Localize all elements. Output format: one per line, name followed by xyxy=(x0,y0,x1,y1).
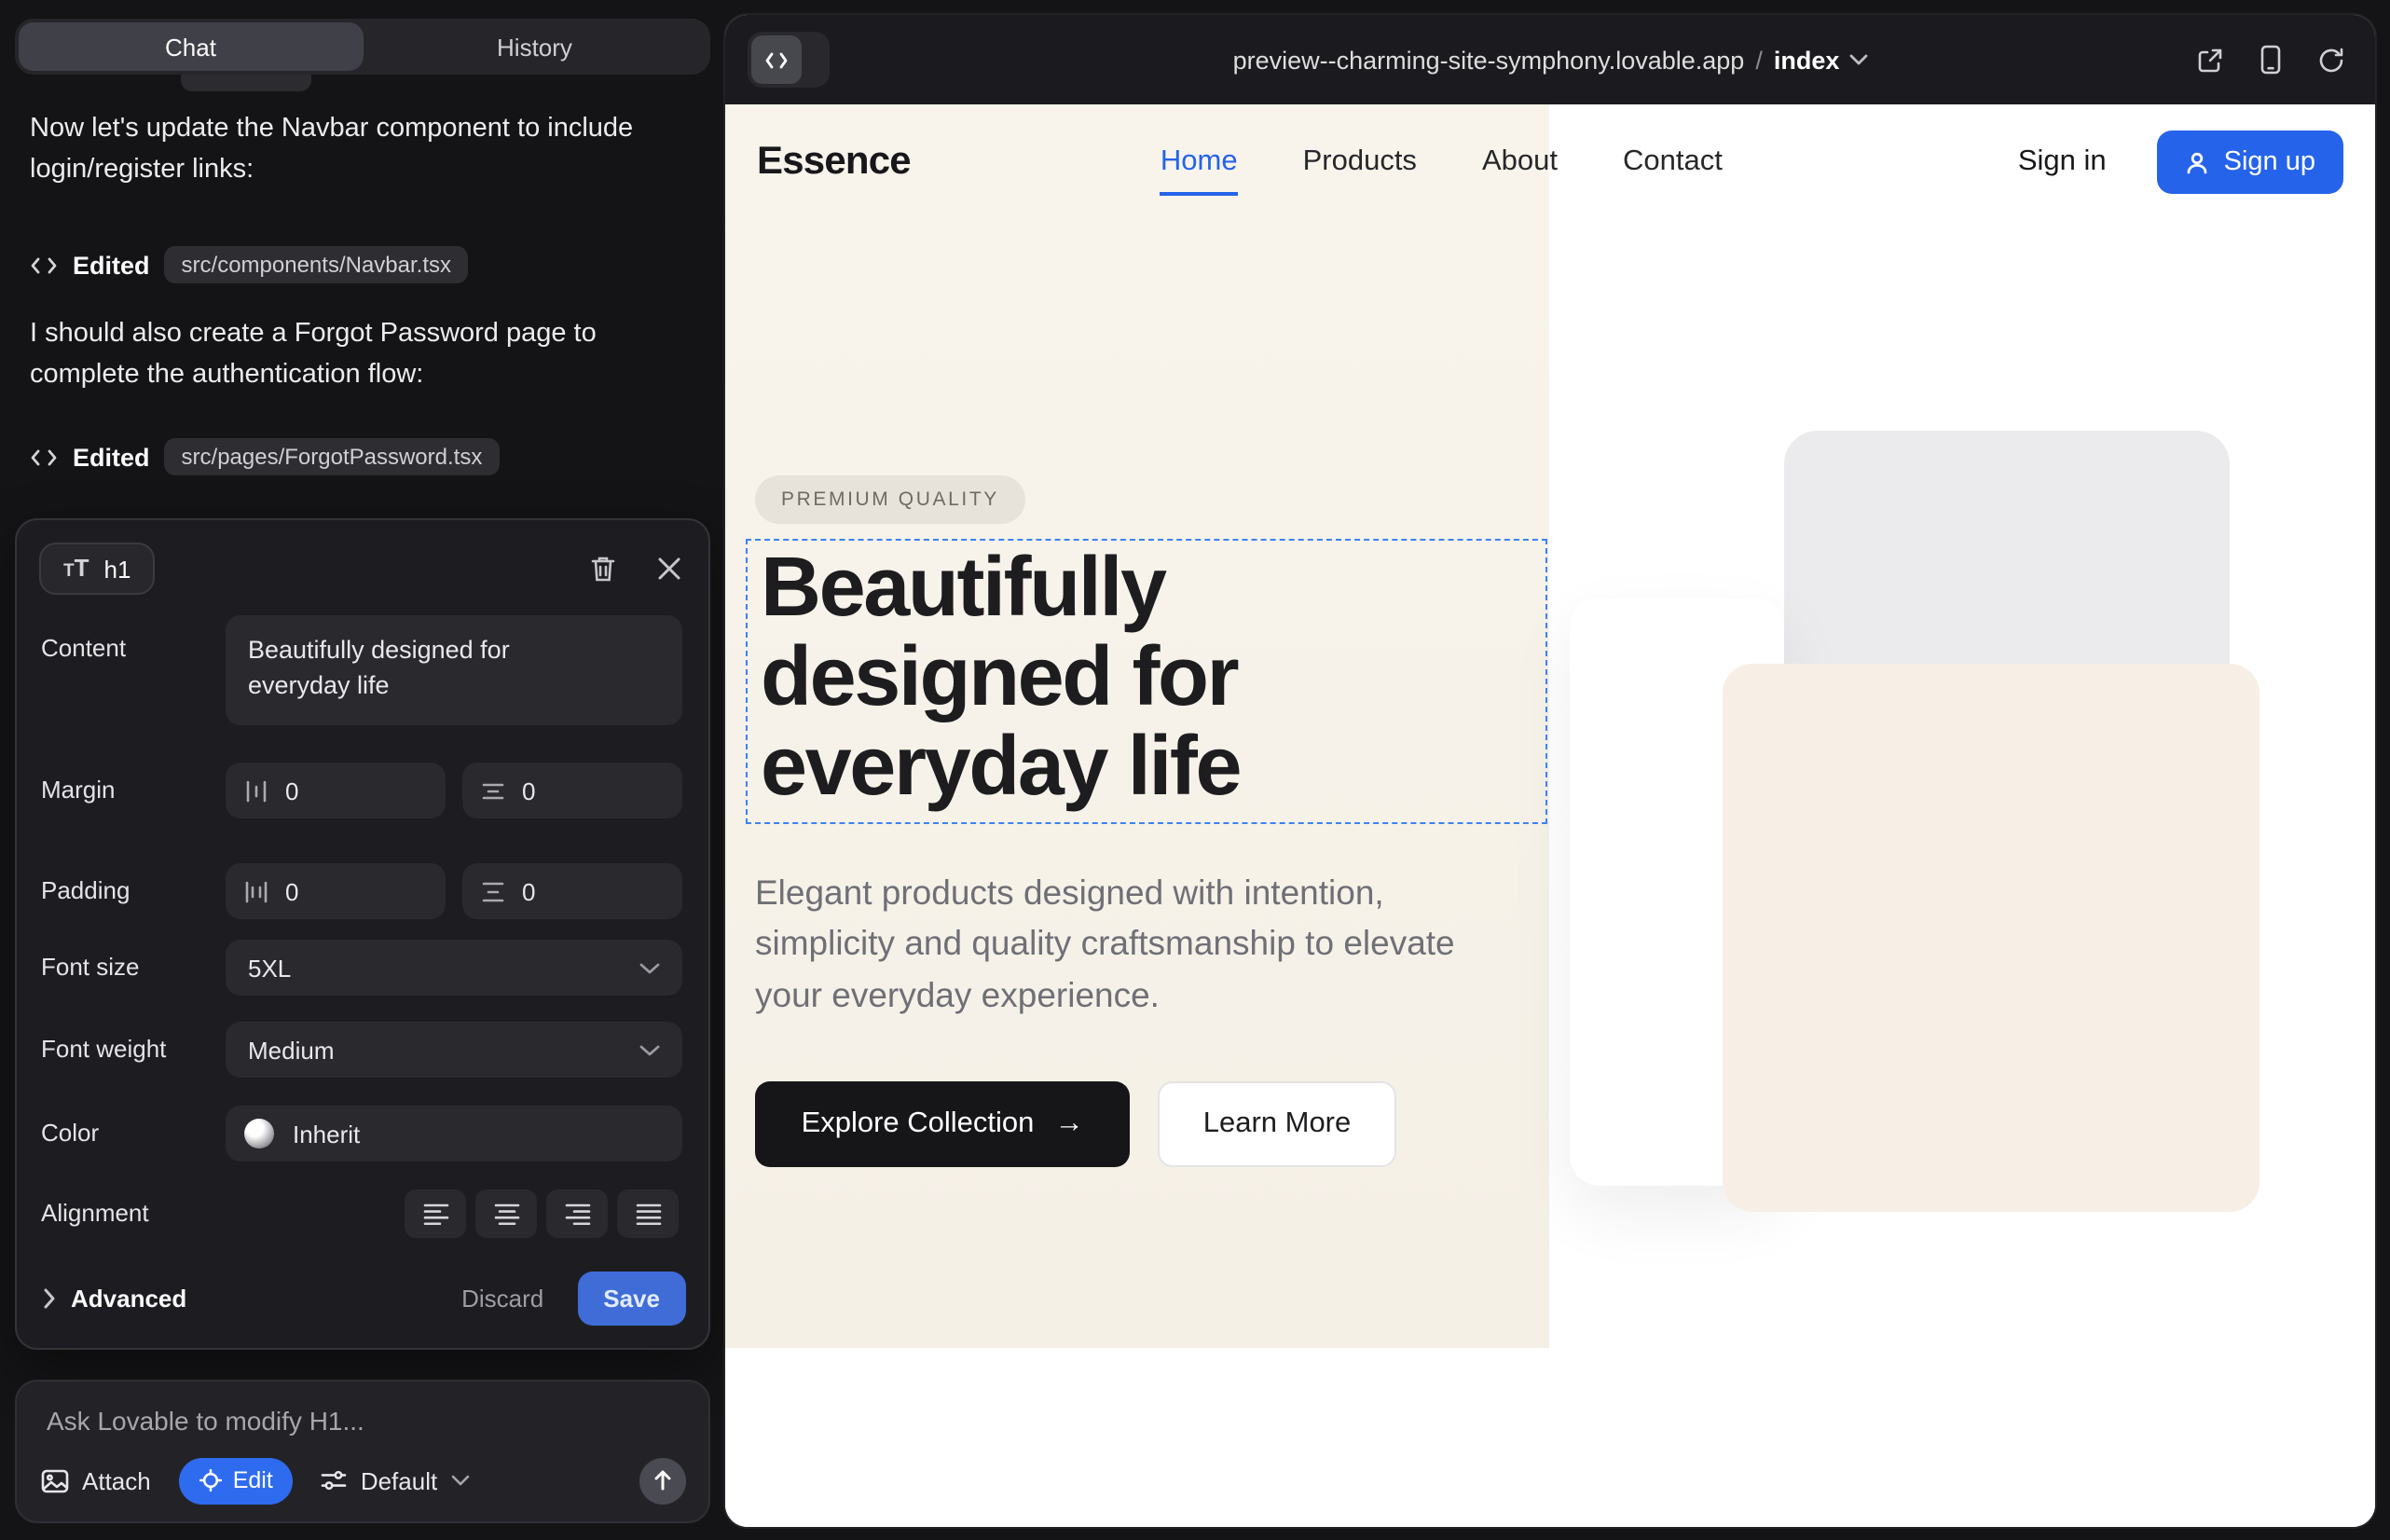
align-justify-button[interactable] xyxy=(617,1189,679,1238)
chevron-down-icon xyxy=(639,1043,660,1056)
chevron-down-icon xyxy=(450,1475,469,1486)
premium-quality-badge: PREMIUM QUALITY xyxy=(755,475,1025,524)
sign-up-button[interactable]: Sign up xyxy=(2157,131,2343,194)
url-separator: / xyxy=(1755,46,1763,74)
composer-input[interactable]: Ask Lovable to modify H1... xyxy=(47,1406,364,1436)
site-canvas: Essence Home Products About Contact Sign… xyxy=(725,104,2375,1527)
element-editor-panel: TT h1 Content Beautifully designed for e… xyxy=(15,518,710,1350)
file-chip[interactable]: src/components/Navbar.tsx xyxy=(165,246,468,283)
selected-element-badge: TT h1 xyxy=(39,543,155,595)
code-icon xyxy=(30,445,58,469)
advanced-toggle[interactable]: Advanced xyxy=(43,1284,186,1312)
arrow-right-icon: → xyxy=(1054,1107,1083,1141)
tab-history[interactable]: History xyxy=(363,22,707,71)
assistant-message: Now let's update the Navbar component to… xyxy=(30,108,664,192)
chat-history-tabs: Chat History xyxy=(15,19,710,75)
hero-headline[interactable]: Beautifully designed for everyday life xyxy=(761,543,1532,812)
content-label: Content xyxy=(41,634,126,662)
element-tag-label: h1 xyxy=(104,555,131,583)
code-icon xyxy=(30,253,58,277)
discard-button[interactable]: Discard xyxy=(461,1284,543,1312)
explore-collection-button[interactable]: Explore Collection → xyxy=(755,1081,1130,1167)
padding-label: Padding xyxy=(41,876,130,904)
chat-composer[interactable]: Ask Lovable to modify H1... Attach Edit xyxy=(15,1380,710,1523)
font-size-select[interactable]: 5XL xyxy=(226,940,682,996)
chevron-down-icon xyxy=(639,961,660,974)
nav-link-about[interactable]: About xyxy=(1482,145,1558,179)
user-icon xyxy=(2185,150,2209,174)
nav-link-contact[interactable]: Contact xyxy=(1623,145,1723,179)
selected-element-outline[interactable]: Beautifully designed for everyday life xyxy=(746,539,1547,824)
font-weight-select[interactable]: Medium xyxy=(226,1022,682,1078)
attach-image-icon xyxy=(41,1468,69,1492)
content-input[interactable]: Beautifully designed for everyday life xyxy=(226,615,682,725)
edited-file-row: Edited src/components/Navbar.tsx xyxy=(30,244,468,285)
refresh-icon[interactable] xyxy=(2317,46,2345,74)
color-label: Color xyxy=(41,1119,99,1147)
save-button[interactable]: Save xyxy=(577,1271,686,1325)
mobile-view-icon[interactable] xyxy=(2260,45,2282,75)
sliders-icon xyxy=(322,1469,348,1492)
preview-url: preview--charming-site-symphony.lovable.… xyxy=(1233,46,1745,74)
align-left-button[interactable] xyxy=(405,1189,466,1238)
learn-more-button[interactable]: Learn More xyxy=(1158,1081,1396,1167)
tab-chat[interactable]: Chat xyxy=(19,22,363,71)
margin-x-input[interactable]: 0 xyxy=(226,763,446,818)
site-logo[interactable]: Essence xyxy=(757,140,911,185)
margin-label: Margin xyxy=(41,776,116,804)
site-navbar: Essence Home Products About Contact Sign… xyxy=(725,104,2375,220)
sign-in-link[interactable]: Sign in xyxy=(2018,145,2107,179)
scrolled-chip xyxy=(181,75,311,91)
text-type-icon: TT xyxy=(63,554,89,584)
chat-panel: Chat History Now let's update the Navbar… xyxy=(0,0,725,1540)
file-chip[interactable]: src/pages/ForgotPassword.tsx xyxy=(165,438,500,475)
edited-label: Edited xyxy=(73,251,150,279)
arrow-up-icon xyxy=(652,1469,673,1492)
attach-button[interactable]: Attach xyxy=(41,1466,151,1494)
model-select[interactable]: Default xyxy=(322,1466,469,1494)
url-bar[interactable]: preview--charming-site-symphony.lovable.… xyxy=(725,15,2375,104)
nav-link-products[interactable]: Products xyxy=(1303,145,1417,179)
color-select[interactable]: Inherit xyxy=(226,1106,682,1162)
open-external-icon[interactable] xyxy=(2196,46,2224,74)
chevron-down-icon xyxy=(1848,54,1867,65)
align-center-button[interactable] xyxy=(475,1189,537,1238)
vertical-spacing-icon xyxy=(481,778,505,803)
chevron-right-icon xyxy=(43,1287,56,1308)
decorative-card-cream xyxy=(1723,664,2260,1212)
route-selector[interactable]: index xyxy=(1774,46,1840,74)
preview-window: preview--charming-site-symphony.lovable.… xyxy=(725,15,2375,1527)
align-right-button[interactable] xyxy=(546,1189,608,1238)
edit-mode-button[interactable]: Edit xyxy=(179,1457,294,1504)
padding-x-input[interactable]: 0 xyxy=(226,863,446,919)
edit-target-icon xyxy=(199,1469,222,1492)
nav-link-home[interactable]: Home xyxy=(1161,145,1238,179)
hero-subtext: Elegant products designed with intention… xyxy=(755,867,1508,1020)
font-weight-label: Font weight xyxy=(41,1035,166,1063)
close-icon[interactable] xyxy=(656,556,682,582)
edited-file-row: Edited src/pages/ForgotPassword.tsx xyxy=(30,436,499,477)
preview-topbar: preview--charming-site-symphony.lovable.… xyxy=(725,15,2375,104)
assistant-message: I should also create a Forgot Password p… xyxy=(30,313,664,397)
trash-icon[interactable] xyxy=(589,554,617,584)
alignment-label: Alignment xyxy=(41,1199,149,1227)
color-swatch-icon xyxy=(244,1119,274,1148)
edited-label: Edited xyxy=(73,443,150,471)
padding-y-input[interactable]: 0 xyxy=(462,863,682,919)
send-button[interactable] xyxy=(639,1457,686,1504)
horizontal-spacing-icon xyxy=(244,778,268,803)
horizontal-padding-icon xyxy=(244,879,268,903)
vertical-padding-icon xyxy=(481,879,505,903)
margin-y-input[interactable]: 0 xyxy=(462,763,682,818)
font-size-label: Font size xyxy=(41,953,140,981)
